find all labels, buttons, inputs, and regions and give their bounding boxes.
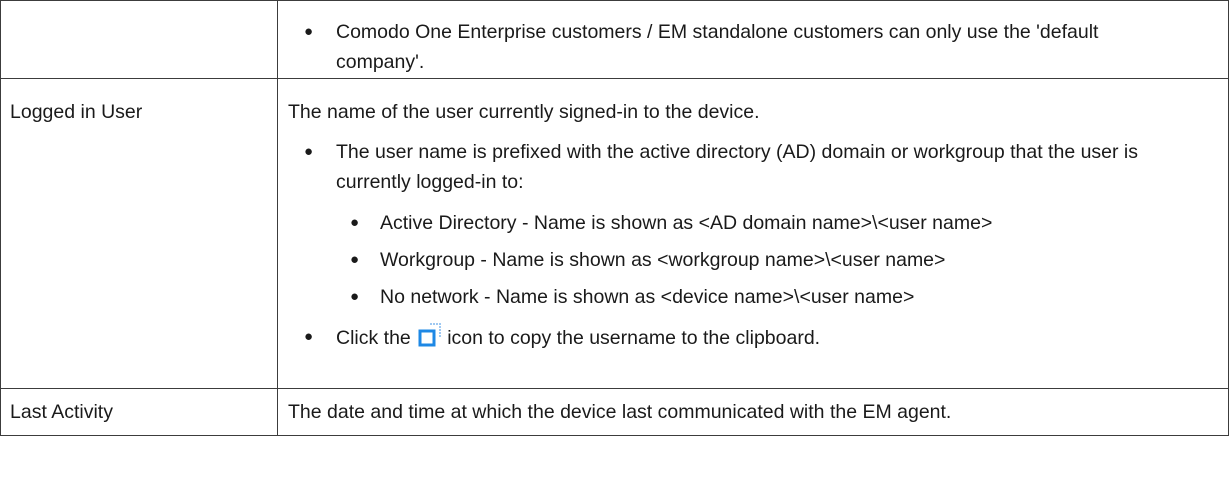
last-activity-description: The date and time at which the device la…	[288, 401, 952, 423]
list-item: ● No network - Name is shown as <device n…	[278, 282, 1228, 312]
copy-instruction-after: icon to copy the username to the clipboa…	[447, 327, 821, 349]
copy-icon-graphic	[418, 323, 442, 347]
bullet-icon: ●	[350, 251, 360, 268]
last-activity-label: Last Activity	[10, 401, 113, 423]
copy-instruction-before: Click the	[336, 327, 411, 349]
row-description: The date and time at which the device la…	[277, 388, 1229, 436]
logged-in-user-label: Logged in User	[10, 101, 143, 123]
logged-in-user-intro: The name of the user currently signed-in…	[288, 101, 760, 123]
row-label-empty	[0, 0, 278, 79]
list-item: ● Click the icon to copy the username to…	[278, 322, 1228, 353]
table-row: ● Comodo One Enterprise customers / EM st…	[0, 0, 1229, 79]
copy-icon[interactable]	[417, 322, 443, 348]
table-row: Logged in User The name of the user curr…	[0, 78, 1229, 389]
active-directory-format: Active Directory - Name is shown as <AD …	[380, 212, 993, 234]
bullet-icon: ●	[350, 214, 360, 231]
list-item: ● Workgroup - Name is shown as <workgroup…	[278, 245, 1228, 275]
bullet-icon: ●	[350, 288, 360, 305]
row-description: The name of the user currently signed-in…	[277, 78, 1229, 389]
row-label: Last Activity	[0, 388, 278, 436]
list-item: ● Comodo One Enterprise customers / EM st…	[278, 17, 1188, 77]
table-row: Last Activity The date and time at which…	[0, 388, 1229, 436]
row-label: Logged in User	[0, 78, 278, 389]
bullet-icon: ●	[304, 23, 314, 40]
bullet-icon: ●	[304, 143, 314, 160]
company-note-text: Comodo One Enterprise customers / EM sta…	[336, 21, 1099, 73]
row-description: ● Comodo One Enterprise customers / EM st…	[277, 0, 1229, 79]
device-details-table: ● Comodo One Enterprise customers / EM st…	[0, 0, 1229, 436]
workgroup-format: Workgroup - Name is shown as <workgroup …	[380, 249, 946, 271]
no-network-format: No network - Name is shown as <device na…	[380, 286, 915, 308]
prefix-note-text: The user name is prefixed with the activ…	[336, 141, 1139, 193]
bullet-icon: ●	[304, 328, 314, 345]
list-item: ● Active Directory - Name is shown as <AD…	[278, 208, 1228, 238]
list-item: ● The user name is prefixed with the acti…	[278, 137, 1228, 197]
